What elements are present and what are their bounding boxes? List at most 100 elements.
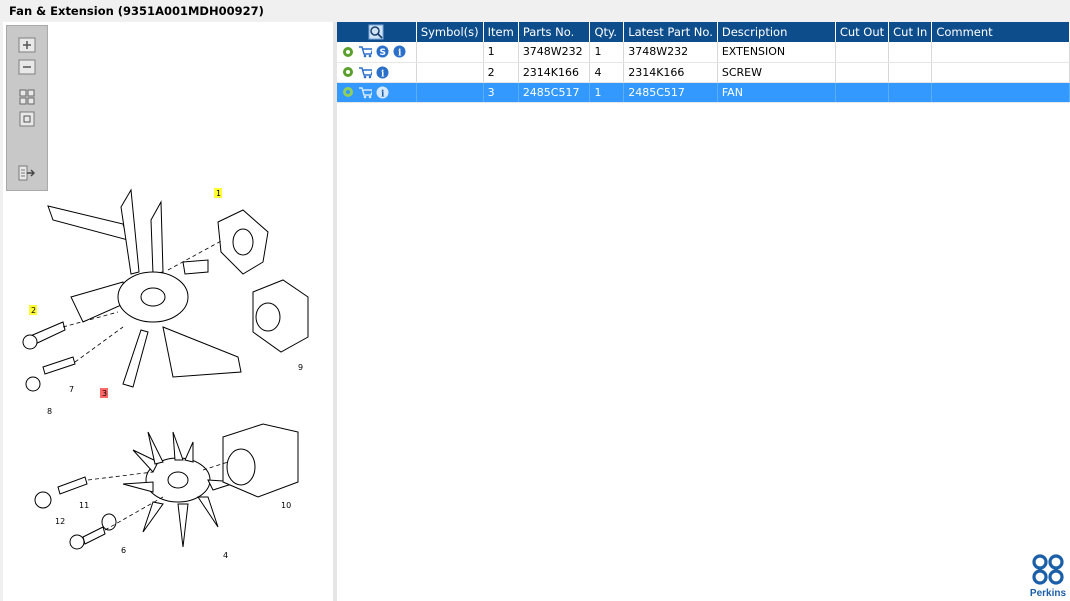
callout-4: 4 bbox=[223, 551, 228, 560]
svg-text:i: i bbox=[398, 49, 402, 59]
svg-text:S: S bbox=[379, 48, 385, 58]
fit-all-icon bbox=[19, 89, 35, 105]
parts-table: Symbol(s) Item Parts No. Qty. Latest Par… bbox=[337, 22, 1070, 103]
cell-cut-in bbox=[888, 42, 933, 63]
table-header-row: Symbol(s) Item Parts No. Qty. Latest Par… bbox=[337, 22, 1070, 42]
screw-part-5 bbox=[82, 526, 106, 545]
fan-hub-bore bbox=[140, 287, 166, 307]
stud-part-11 bbox=[57, 476, 88, 495]
cell-cut-out bbox=[835, 62, 890, 83]
cart-icon[interactable] bbox=[358, 65, 372, 79]
column-header-item[interactable]: Item bbox=[483, 22, 519, 42]
cell-item: 1 bbox=[483, 42, 519, 63]
callout-3: 3 bbox=[102, 389, 107, 398]
callout-12: 12 bbox=[55, 517, 65, 526]
cell-description: EXTENSION bbox=[717, 42, 836, 63]
zoom-out-button[interactable] bbox=[17, 58, 37, 76]
cell-item: 3 bbox=[483, 82, 519, 103]
cell-cut-in bbox=[888, 62, 933, 83]
cell-comment bbox=[931, 42, 1070, 63]
fan-blade bbox=[47, 205, 129, 241]
exploded-parts-drawing[interactable]: 1 2 3 4 5 6 7 8 9 10 11 12 bbox=[13, 162, 323, 562]
fan-blade bbox=[122, 329, 149, 388]
washer-part-6 bbox=[101, 513, 117, 531]
perkins-logo-mark bbox=[1032, 554, 1064, 585]
drawing-pane[interactable]: 1 2 3 4 5 6 7 8 9 10 11 12 bbox=[3, 22, 333, 601]
fan-blade bbox=[122, 481, 154, 493]
zoom-in-icon bbox=[18, 37, 36, 53]
fit-all-button[interactable] bbox=[17, 88, 37, 106]
cart-icon[interactable] bbox=[358, 45, 372, 59]
cell-comment bbox=[931, 82, 1070, 103]
info-icon[interactable]: i bbox=[375, 85, 389, 99]
column-header-cut-in[interactable]: Cut In bbox=[888, 22, 933, 42]
fan-blade bbox=[182, 259, 209, 275]
cell-cut-in bbox=[888, 82, 933, 103]
callout-10: 10 bbox=[281, 501, 291, 510]
callout-7: 7 bbox=[69, 385, 74, 394]
cell-description: FAN bbox=[717, 82, 836, 103]
fan-blade bbox=[150, 200, 164, 275]
cell-latest-part-no: 2314K166 bbox=[623, 62, 718, 83]
cell-cut-out bbox=[835, 42, 890, 63]
column-header-description[interactable]: Description bbox=[717, 22, 836, 42]
callout-9: 9 bbox=[298, 363, 303, 372]
zoom-in-button[interactable] bbox=[17, 36, 37, 54]
nut-part bbox=[25, 376, 41, 392]
fan-blade bbox=[197, 496, 219, 528]
cell-parts-no: 3748W232 bbox=[518, 42, 591, 63]
stud-part bbox=[42, 356, 76, 375]
column-header-latest-part-no[interactable]: Latest Part No. bbox=[623, 22, 718, 42]
column-header-symbols[interactable]: Symbol(s) bbox=[416, 22, 484, 42]
cell-item: 2 bbox=[483, 62, 519, 83]
search-icon bbox=[368, 24, 384, 40]
row-icons-cell: i bbox=[337, 82, 417, 103]
cell-symbols bbox=[416, 42, 484, 63]
title-bar: Fan & Extension (9351A001MDH00927) bbox=[0, 0, 1070, 22]
cell-latest-part-no: 2485C517 bbox=[623, 82, 718, 103]
column-header-search[interactable] bbox=[337, 22, 417, 42]
cell-latest-part-no: 3748W232 bbox=[623, 42, 718, 63]
gear-icon[interactable] bbox=[341, 45, 355, 59]
gear-icon[interactable] bbox=[341, 65, 355, 79]
extension-bore bbox=[232, 228, 254, 256]
cell-symbols bbox=[416, 82, 484, 103]
symbol-s-icon[interactable]: S bbox=[375, 45, 389, 59]
gear-icon[interactable] bbox=[341, 85, 355, 99]
fan-blade bbox=[142, 501, 164, 533]
callout-6: 6 bbox=[121, 546, 126, 555]
spacer-bore bbox=[255, 302, 281, 332]
window-title: Fan & Extension (9351A001MDH00927) bbox=[9, 4, 264, 18]
column-header-qty[interactable]: Qty. bbox=[589, 22, 625, 42]
table-row[interactable]: S i 1 3748W232 1 3748W232 EXTENSION bbox=[337, 42, 1070, 63]
row-icons-cell: i bbox=[337, 62, 417, 83]
cell-cut-out bbox=[835, 82, 890, 103]
screw-part-5-head bbox=[69, 534, 85, 550]
cell-qty: 1 bbox=[589, 42, 625, 63]
fan-blade bbox=[184, 441, 194, 463]
perkins-logo: Perkins bbox=[1028, 553, 1068, 599]
table-row-selected[interactable]: i 3 2485C517 1 2485C517 FAN bbox=[337, 82, 1070, 103]
cell-qty: 4 bbox=[589, 62, 625, 83]
nut-part-12 bbox=[34, 491, 52, 509]
logo-text: Perkins bbox=[1029, 588, 1067, 599]
cell-qty: 1 bbox=[589, 82, 625, 103]
cart-icon[interactable] bbox=[358, 85, 372, 99]
callout-1: 1 bbox=[216, 189, 221, 198]
table-row[interactable]: i 2 2314K166 4 2314K166 SCREW bbox=[337, 62, 1070, 83]
fan-blade bbox=[172, 431, 184, 461]
column-header-cut-out[interactable]: Cut Out bbox=[835, 22, 890, 42]
cell-symbols bbox=[416, 62, 484, 83]
info-icon[interactable]: i bbox=[392, 45, 406, 59]
actual-size-button[interactable] bbox=[17, 110, 37, 128]
column-header-comment[interactable]: Comment bbox=[931, 22, 1070, 42]
spacer-part-10-bore bbox=[226, 448, 256, 486]
fan-blade bbox=[177, 503, 189, 548]
screw-head bbox=[22, 334, 38, 350]
lower-fan-bore bbox=[167, 471, 189, 489]
svg-text:i: i bbox=[381, 69, 385, 79]
column-header-parts-no[interactable]: Parts No. bbox=[518, 22, 591, 42]
info-icon[interactable]: i bbox=[375, 65, 389, 79]
parts-list-pane: Symbol(s) Item Parts No. Qty. Latest Par… bbox=[337, 22, 1070, 601]
zoom-out-icon bbox=[18, 59, 36, 75]
